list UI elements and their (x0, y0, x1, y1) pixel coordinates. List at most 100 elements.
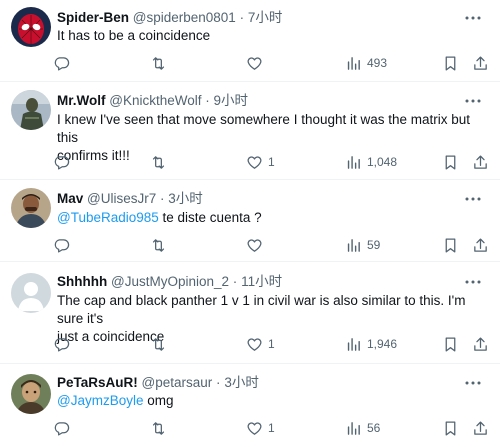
share-button[interactable] (472, 334, 489, 354)
share-button[interactable] (472, 235, 489, 255)
retweet-button[interactable] (150, 418, 172, 438)
like-button[interactable] (246, 235, 268, 255)
share-button[interactable] (472, 53, 489, 73)
reply-button[interactable] (53, 235, 75, 255)
tweet-actions: 1 56 (0, 418, 500, 438)
spiderman-avatar[interactable] (11, 7, 51, 47)
separator-dot: · (160, 191, 165, 206)
tweet-actions: 59 (0, 235, 500, 255)
display-name[interactable]: PeTaRsAuR! (57, 375, 138, 390)
timestamp[interactable]: 3小时 (168, 191, 203, 206)
tweet-header: Spider-Ben @spiderben0801 · 7小时 (57, 9, 282, 27)
more-options-icon[interactable] (464, 374, 482, 392)
tweet-card[interactable]: Mr.Wolf @KnicktheWolf · 9小时 I knew I've … (0, 82, 500, 180)
views-chart-icon (347, 337, 360, 351)
heart-icon (247, 155, 262, 169)
views-chart-icon (347, 238, 360, 252)
reply-icon (54, 337, 70, 352)
person-photo-avatar[interactable] (11, 188, 51, 228)
more-options-icon[interactable] (464, 190, 482, 208)
tweet-card[interactable]: Mav @UlisesJr7 · 3小时 @TubeRadio985 te di… (0, 180, 500, 262)
tweet-text: @JaymzBoyle omg (57, 392, 487, 410)
mention-link[interactable]: @TubeRadio985 (57, 210, 159, 225)
mention-link[interactable]: @JaymzBoyle (57, 393, 143, 408)
retweet-icon (152, 155, 165, 169)
like-count: 1 (268, 155, 275, 169)
tweet-card[interactable]: Shhhhh @JustMyOpinion_2 · 11小时 The cap a… (0, 262, 500, 364)
reply-button[interactable] (53, 418, 75, 438)
timestamp[interactable]: 7小时 (248, 10, 283, 25)
share-icon (474, 154, 487, 169)
retweet-icon (152, 421, 165, 435)
timestamp[interactable]: 3小时 (224, 375, 259, 390)
retweet-icon (152, 238, 165, 252)
bookmark-icon (445, 420, 456, 436)
retweet-button[interactable] (150, 152, 172, 172)
bookmark-button[interactable] (442, 53, 459, 73)
timestamp[interactable]: 11小时 (241, 274, 282, 289)
armored-figure-avatar[interactable] (11, 90, 51, 130)
tweet-card[interactable]: Spider-Ben @spiderben0801 · 7小时 It has t… (0, 0, 500, 82)
bookmark-button[interactable] (442, 152, 459, 172)
views-chart-icon (347, 421, 360, 435)
share-button[interactable] (472, 152, 489, 172)
bookmark-icon (445, 336, 456, 352)
tweet-actions: 1 1,946 (0, 334, 500, 354)
tweet-text-line1: The cap and black panther 1 v 1 in civil… (57, 293, 466, 326)
retweet-button[interactable] (150, 235, 172, 255)
tweet-actions: 493 (0, 53, 500, 73)
tweet-header: PeTaRsAuR! @petarsaur · 3小时 (57, 374, 259, 392)
reply-icon (54, 155, 70, 170)
user-handle[interactable]: @spiderben0801 (133, 10, 236, 25)
separator-dot: · (232, 274, 238, 289)
like-button[interactable]: 1 (246, 152, 275, 172)
reply-button[interactable] (53, 334, 75, 354)
reply-icon (54, 421, 70, 436)
retweet-button[interactable] (150, 334, 172, 354)
views-button[interactable]: 493 (345, 53, 387, 73)
heart-icon (247, 421, 262, 435)
like-button[interactable]: 1 (246, 334, 275, 354)
retweet-button[interactable] (150, 53, 172, 73)
heart-icon (247, 238, 262, 252)
more-options-icon[interactable] (464, 9, 482, 27)
user-handle[interactable]: @UlisesJr7 (87, 191, 156, 206)
tweet-header: Mr.Wolf @KnicktheWolf · 9小时 (57, 92, 248, 110)
views-button[interactable]: 1,946 (345, 334, 397, 354)
more-options-icon[interactable] (464, 273, 482, 291)
user-handle[interactable]: @petarsaur (142, 375, 213, 390)
bookmark-button[interactable] (442, 418, 459, 438)
share-icon (474, 336, 487, 351)
heart-icon (247, 337, 262, 351)
bookmark-icon (445, 154, 456, 170)
share-button[interactable] (472, 418, 489, 438)
display-name[interactable]: Mav (57, 191, 83, 206)
reply-button[interactable] (53, 152, 75, 172)
display-name[interactable]: Mr.Wolf (57, 93, 106, 108)
views-button[interactable]: 59 (345, 235, 380, 255)
display-name[interactable]: Spider-Ben (57, 10, 129, 25)
display-name[interactable]: Shhhhh (57, 274, 107, 289)
user-handle[interactable]: @KnicktheWolf (109, 93, 201, 108)
view-count: 493 (367, 56, 388, 70)
user-handle[interactable]: @JustMyOpinion_2 (111, 274, 229, 289)
like-button[interactable] (246, 53, 268, 73)
reply-button[interactable] (53, 53, 75, 73)
views-chart-icon (347, 56, 360, 70)
bookmark-button[interactable] (442, 334, 459, 354)
separator-dot: · (216, 375, 221, 390)
like-button[interactable]: 1 (246, 418, 275, 438)
bookmark-icon (445, 55, 456, 71)
tweet-card[interactable]: PeTaRsAuR! @petarsaur · 3小时 @JaymzBoyle … (0, 364, 500, 447)
retweet-icon (152, 56, 165, 70)
character-avatar[interactable] (11, 374, 51, 414)
bookmark-button[interactable] (442, 235, 459, 255)
bookmark-icon (445, 237, 456, 253)
share-icon (474, 237, 487, 252)
view-count: 59 (367, 238, 381, 252)
timestamp[interactable]: 9小时 (214, 93, 249, 108)
more-options-icon[interactable] (464, 92, 482, 110)
default-user-avatar[interactable] (11, 273, 51, 313)
views-button[interactable]: 1,048 (345, 152, 397, 172)
views-button[interactable]: 56 (345, 418, 380, 438)
